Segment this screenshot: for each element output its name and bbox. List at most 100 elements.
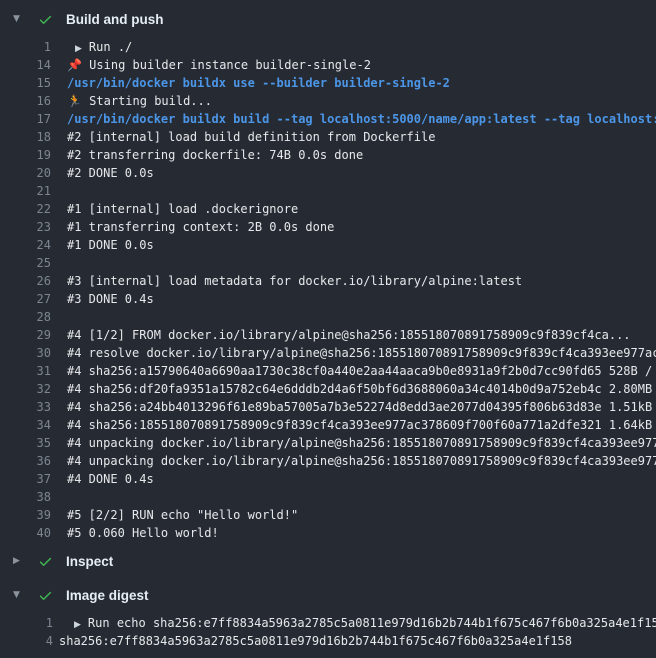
log-line: 38 <box>0 488 656 506</box>
log-line: 4 sha256:e7ff8834a5963a2785c5a0811e979d16… <box>0 632 656 650</box>
log-text: #5 0.060 Hello world! <box>67 524 656 542</box>
log-line: 37 #4 DONE 0.4s <box>0 470 656 488</box>
log-text: #4 [1/2] FROM docker.io/library/alpine@s… <box>67 326 656 344</box>
log-line: 18 #2 [internal] load build definition fr… <box>0 128 656 146</box>
line-number[interactable]: 25 <box>0 254 51 272</box>
line-number[interactable]: 18 <box>0 128 51 146</box>
section-header-inspect[interactable]: ▶ Inspect <box>0 550 656 572</box>
chevron-down-icon[interactable]: ▼ <box>13 584 24 606</box>
log-line: 26 #3 [internal] load metadata for docker… <box>0 272 656 290</box>
line-number[interactable]: 35 <box>0 434 51 452</box>
line-number[interactable]: 17 <box>0 110 51 128</box>
check-icon <box>38 588 53 603</box>
section-title[interactable]: Inspect <box>66 554 113 569</box>
log-text: /usr/bin/docker buildx build --tag local… <box>67 110 656 128</box>
log-text: #2 [internal] load build definition from… <box>67 128 656 146</box>
log-line: 14📌 Using builder instance builder-singl… <box>0 56 656 74</box>
log-text: #4 unpacking docker.io/library/alpine@sh… <box>67 434 656 452</box>
log-text: #1 [internal] load .dockerignore <box>67 200 656 218</box>
line-number[interactable]: 31 <box>0 362 51 380</box>
run-toggle-icon[interactable]: ▶ <box>75 44 82 54</box>
log-text: 🏃 Starting build... <box>67 92 656 110</box>
line-number[interactable]: 26 <box>0 272 51 290</box>
line-number[interactable]: 29 <box>0 326 51 344</box>
line-number[interactable]: 33 <box>0 398 51 416</box>
line-number[interactable]: 39 <box>0 506 51 524</box>
log-lines-image-digest: 1 ▶Run echo sha256:e7ff8834a5963a2785c5a0… <box>0 614 656 650</box>
line-number[interactable]: 1 <box>0 38 51 56</box>
log-text: #5 [2/2] RUN echo "Hello world!" <box>67 506 656 524</box>
actions-log-viewer: ▼ Build and push 1 ▶Run ./14📌 Using build… <box>0 0 656 658</box>
log-line: 20#2 DONE 0.0s <box>0 164 656 182</box>
log-lines-build-and-push: 1 ▶Run ./14📌 Using builder instance build… <box>0 38 656 542</box>
log-line: 32 #4 sha256:df20fa9351a15782c64e6dddb2d4… <box>0 380 656 398</box>
log-line: 40 #5 0.060 Hello world! <box>0 524 656 542</box>
log-line: 28 <box>0 308 656 326</box>
log-text: #4 sha256:a15790640a6690aa1730c38cf0a440… <box>67 362 656 380</box>
line-number[interactable]: 21 <box>0 182 51 200</box>
chevron-right-icon[interactable]: ▶ <box>13 550 24 572</box>
check-icon <box>38 12 53 27</box>
run-toggle-icon[interactable]: ▶ <box>74 620 81 630</box>
run-command-text: ▶Run echo sha256:e7ff8834a5963a2785c5a08… <box>59 614 656 632</box>
line-number[interactable]: 14 <box>0 56 51 74</box>
section-image-digest: ▼ Image digest 1 ▶Run echo sha256:e7ff883… <box>0 584 656 650</box>
log-text: #4 sha256:185518070891758909c9f839cf4ca3… <box>67 416 656 434</box>
line-number[interactable]: 15 <box>0 74 51 92</box>
line-number[interactable]: 19 <box>0 146 51 164</box>
line-number[interactable]: 34 <box>0 416 51 434</box>
log-line: 22 #1 [internal] load .dockerignore <box>0 200 656 218</box>
line-number[interactable]: 22 <box>0 200 51 218</box>
line-number[interactable]: 24 <box>0 236 51 254</box>
section-header-image-digest[interactable]: ▼ Image digest <box>0 584 656 606</box>
line-number[interactable]: 27 <box>0 290 51 308</box>
line-number[interactable]: 20 <box>0 164 51 182</box>
log-text: #1 DONE 0.0s <box>67 236 656 254</box>
log-line: 39 #5 [2/2] RUN echo "Hello world!" <box>0 506 656 524</box>
line-number[interactable]: 4 <box>0 632 53 650</box>
run-command-text: ▶Run ./ <box>67 38 656 56</box>
line-number[interactable]: 30 <box>0 344 51 362</box>
log-line: 24 #1 DONE 0.0s <box>0 236 656 254</box>
check-icon <box>38 554 53 569</box>
log-text: #3 [internal] load metadata for docker.i… <box>67 272 656 290</box>
log-line: 25 <box>0 254 656 272</box>
section-inspect: ▶ Inspect <box>0 550 656 572</box>
log-line: 17/usr/bin/docker buildx build --tag loc… <box>0 110 656 128</box>
log-line: 15/usr/bin/docker buildx use --builder b… <box>0 74 656 92</box>
log-line: 16 🏃 Starting build... <box>0 92 656 110</box>
line-number[interactable]: 32 <box>0 380 51 398</box>
log-text: #4 DONE 0.4s <box>67 470 656 488</box>
log-text: #4 resolve docker.io/library/alpine@sha2… <box>67 344 656 362</box>
log-line: 30 #4 resolve docker.io/library/alpine@sh… <box>0 344 656 362</box>
line-number[interactable]: 28 <box>0 308 51 326</box>
section-title[interactable]: Build and push <box>66 12 164 27</box>
log-line: 1 ▶Run echo sha256:e7ff8834a5963a2785c5a0… <box>0 614 656 632</box>
line-number[interactable]: 38 <box>0 488 51 506</box>
log-text: #1 transferring context: 2B 0.0s done <box>67 218 656 236</box>
line-number[interactable]: 23 <box>0 218 51 236</box>
log-text: #4 sha256:df20fa9351a15782c64e6dddb2d4a6… <box>67 380 656 398</box>
log-text: sha256:e7ff8834a5963a2785c5a0811e979d16b… <box>59 632 656 650</box>
section-title[interactable]: Image digest <box>66 588 149 603</box>
chevron-down-icon[interactable]: ▼ <box>13 8 24 30</box>
log-line: 31 #4 sha256:a15790640a6690aa1730c38cf0a4… <box>0 362 656 380</box>
line-number[interactable]: 16 <box>0 92 51 110</box>
section-build-and-push: ▼ Build and push 1 ▶Run ./14📌 Using build… <box>0 8 656 542</box>
section-header-build-and-push[interactable]: ▼ Build and push <box>0 8 656 30</box>
line-number[interactable]: 1 <box>0 614 53 632</box>
line-number[interactable]: 40 <box>0 524 51 542</box>
log-text: #2 transferring dockerfile: 74B 0.0s don… <box>67 146 656 164</box>
log-text: #3 DONE 0.4s <box>67 290 656 308</box>
log-line: 33 #4 sha256:a24bb4013296f61e89ba57005a7b… <box>0 398 656 416</box>
log-line: 36 #4 unpacking docker.io/library/alpine@… <box>0 452 656 470</box>
log-line: 29 #4 [1/2] FROM docker.io/library/alpine… <box>0 326 656 344</box>
log-text: #4 sha256:a24bb4013296f61e89ba57005a7b3e… <box>67 398 656 416</box>
log-line: 21 <box>0 182 656 200</box>
log-line: 19 #2 transferring dockerfile: 74B 0.0s d… <box>0 146 656 164</box>
line-number[interactable]: 36 <box>0 452 51 470</box>
log-line: 34 #4 sha256:185518070891758909c9f839cf4c… <box>0 416 656 434</box>
line-number[interactable]: 37 <box>0 470 51 488</box>
log-text: #4 unpacking docker.io/library/alpine@sh… <box>67 452 656 470</box>
log-line: 35 #4 unpacking docker.io/library/alpine@… <box>0 434 656 452</box>
